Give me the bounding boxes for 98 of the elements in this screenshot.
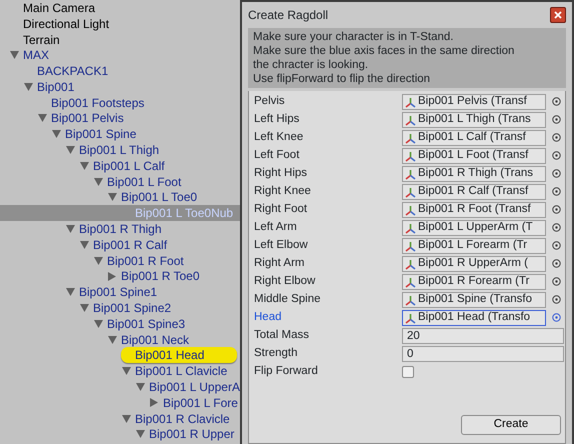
expanded-arrow-icon[interactable] [80, 304, 89, 312]
expanded-arrow-icon[interactable] [94, 178, 103, 186]
transform-icon [405, 114, 416, 126]
transform-icon [405, 96, 416, 108]
hierarchy-item[interactable]: Bip001 R Calf [93, 236, 168, 253]
expanded-arrow-icon[interactable] [94, 320, 103, 328]
expanded-arrow-icon[interactable] [94, 256, 103, 265]
hierarchy-item[interactable]: Bip001 L Toe0 [121, 189, 198, 206]
hierarchy-item[interactable]: Bip001 R Toe0 [121, 268, 200, 284]
collapsed-arrow-icon[interactable] [108, 272, 116, 281]
field-label: Total Mass [254, 328, 310, 344]
field-label: Head [254, 310, 282, 326]
field-label: Flip Forward [254, 364, 319, 380]
hierarchy-item[interactable]: Bip001 Spine3 [107, 316, 186, 332]
expanded-arrow-icon[interactable] [136, 383, 145, 392]
expanded-arrow-icon[interactable] [108, 193, 117, 202]
transform-icon [405, 294, 416, 306]
object-field[interactable]: Bip001 L Forearm (Tr [402, 238, 546, 254]
expanded-arrow-icon[interactable] [136, 430, 145, 438]
expanded-arrow-icon[interactable] [80, 162, 89, 170]
object-field[interactable]: Bip001 R Foot (Transf [402, 202, 546, 218]
hierarchy-item[interactable]: Bip001 [37, 78, 74, 95]
transform-icon [405, 258, 416, 270]
collapsed-arrow-icon[interactable] [150, 398, 158, 408]
close-button[interactable] [550, 7, 566, 23]
object-field[interactable]: Bip001 Pelvis (Transf [402, 94, 546, 110]
hierarchy-item[interactable]: Bip001 L Foot [107, 174, 182, 190]
hierarchy-item[interactable]: Terrain [23, 32, 60, 48]
expanded-arrow-icon[interactable] [122, 367, 131, 376]
field-label: Left Elbow [254, 238, 309, 254]
close-icon [554, 11, 562, 19]
transform-icon [405, 186, 416, 198]
hierarchy-item[interactable]: Bip001 L Thigh [79, 142, 160, 158]
transform-icon [405, 168, 416, 180]
hierarchy-item[interactable]: Bip001 R Upper [149, 426, 234, 442]
transform-icon [405, 276, 416, 288]
field-label: Right Arm [254, 256, 306, 272]
expanded-arrow-icon[interactable] [10, 51, 19, 60]
object-field[interactable]: Bip001 L Foot (Transf [402, 148, 546, 164]
number-field[interactable]: 20 [402, 328, 564, 344]
help-box: Make sure your character is in T-Stand. Make sure the blue axis faces in the same direction the chracter is looking. Use flipForward to flip the direction [248, 28, 566, 88]
field-label: Middle Spine [254, 292, 322, 308]
transform-icon [405, 204, 416, 216]
field-label: Left Arm [254, 220, 298, 236]
hierarchy-item[interactable]: Main Camera [23, 0, 96, 16]
hierarchy-item[interactable]: Bip001 R Clavicle [135, 410, 230, 427]
hierarchy-item[interactable]: Bip001 Pelvis [51, 110, 124, 126]
transform-icon [405, 150, 416, 162]
hierarchy-item[interactable]: Bip001 L Fore [163, 394, 238, 411]
object-field[interactable]: Bip001 Head (Transfo [402, 310, 546, 326]
expanded-arrow-icon[interactable] [80, 240, 89, 249]
create-button[interactable]: Create [461, 415, 561, 435]
expanded-arrow-icon[interactable] [24, 82, 33, 91]
checkbox[interactable] [402, 366, 414, 378]
hierarchy-item[interactable]: Bip001 Neck [121, 332, 190, 348]
transform-icon [405, 132, 416, 144]
field-label: Left Foot [254, 148, 300, 164]
hierarchy-item[interactable]: Bip001 Footsteps [51, 94, 144, 111]
hierarchy-item[interactable]: MAX [23, 47, 50, 64]
field-label: Left Knee [254, 130, 304, 146]
transform-icon [405, 312, 416, 324]
expanded-arrow-icon[interactable] [108, 336, 117, 344]
object-field[interactable]: Bip001 L UpperArm (T [402, 220, 546, 236]
hierarchy-item[interactable]: Bip001 Spine1 [79, 284, 158, 300]
number-field[interactable]: 0 [402, 346, 564, 362]
transform-icon [405, 240, 416, 252]
expanded-arrow-icon[interactable] [66, 146, 75, 154]
expanded-arrow-icon[interactable] [66, 288, 75, 296]
field-label: Strength [254, 346, 298, 362]
expanded-arrow-icon[interactable] [38, 114, 47, 122]
hierarchy-item[interactable]: Bip001 Head [121, 347, 237, 364]
expanded-arrow-icon[interactable] [52, 130, 61, 138]
field-label: Right Hips [254, 166, 308, 182]
object-field[interactable]: Bip001 R Calf (Transf [402, 184, 546, 200]
field-label: Left Hips [254, 112, 300, 128]
object-field[interactable]: Bip001 R Forearm (Tr [402, 274, 546, 290]
object-field[interactable]: Bip001 R UpperArm ( [402, 256, 546, 272]
field-label: Pelvis [254, 94, 286, 110]
hierarchy-item[interactable]: Bip001 L Calf [93, 158, 165, 174]
transform-icon [405, 222, 416, 234]
field-label: Right Foot [254, 202, 308, 218]
hierarchy-item[interactable]: Bip001 L UpperA [149, 379, 240, 396]
hierarchy-item[interactable]: Directional Light [23, 16, 110, 32]
object-field[interactable]: Bip001 Spine (Transfo [402, 292, 546, 308]
window-title: Create Ragdoll [248, 7, 328, 24]
expanded-arrow-icon[interactable] [122, 414, 131, 423]
hierarchy-item[interactable]: Bip001 Spine2 [93, 300, 172, 316]
object-field[interactable]: Bip001 R Thigh (Trans [402, 166, 546, 182]
hierarchy-item[interactable]: Bip001 Spine [65, 126, 136, 142]
hierarchy-item[interactable]: Bip001 R Foot [107, 252, 184, 269]
object-field[interactable]: Bip001 L Thigh (Trans [402, 112, 546, 128]
hierarchy-item[interactable]: Bip001 R Thigh [79, 221, 162, 238]
field-label: Right Elbow [254, 274, 316, 290]
hierarchy-item[interactable]: Bip001 L Clavicle [135, 363, 228, 380]
field-label: Right Knee [254, 184, 312, 200]
object-field[interactable]: Bip001 L Calf (Transf [402, 130, 546, 146]
hierarchy-item[interactable]: BACKPACK1 [37, 63, 108, 80]
expanded-arrow-icon[interactable] [66, 225, 75, 234]
